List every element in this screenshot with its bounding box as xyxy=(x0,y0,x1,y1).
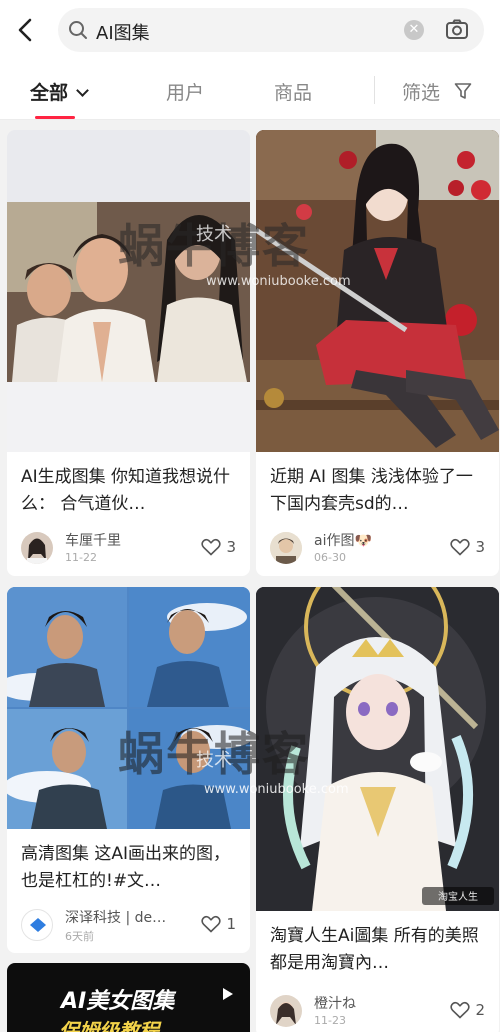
heart-icon xyxy=(201,538,222,556)
note-title[interactable]: 近期 AI 图集 浅浅体验了一下国内套壳sd的… xyxy=(270,464,487,518)
search-input[interactable]: AI图集 ✕ xyxy=(58,8,484,52)
note-title[interactable]: 高清图集 这AI画出来的图，也是杠杠的!#文… xyxy=(21,841,238,895)
search-icon xyxy=(68,20,88,40)
note-card[interactable]: AI生成图集 你知道我想说什么： 合气道伙… 车厘千里 11-22 3 xyxy=(7,130,250,576)
site-watermark-sub: 技术 xyxy=(196,746,232,772)
note-cover-image[interactable] xyxy=(256,130,499,452)
post-date: 6天前 xyxy=(65,930,94,943)
like-count: 1 xyxy=(226,915,236,933)
author-name[interactable]: 深译科技 | de… xyxy=(65,907,166,927)
like-count: 2 xyxy=(475,1001,485,1019)
heart-icon xyxy=(450,538,471,556)
filter-tabs: 全部 用户 商品 筛选 xyxy=(0,62,500,120)
site-watermark-url: www.woniubooke.com xyxy=(204,778,349,797)
note-cover-title[interactable]: AI美女图集 xyxy=(61,983,174,1015)
like-button[interactable]: 3 xyxy=(201,538,236,556)
like-button[interactable]: 3 xyxy=(450,538,485,556)
tab-divider xyxy=(374,76,375,104)
tab-goods[interactable]: 商品 xyxy=(274,78,312,105)
note-title[interactable]: 淘寶人生Ai圖集 所有的美照都是用淘寶內… xyxy=(270,923,487,977)
note-cover-subtitle: 保姆级教程 xyxy=(59,1019,159,1032)
clear-icon[interactable]: ✕ xyxy=(404,20,424,40)
note-card[interactable]: 淘宝人生 淘寶人生Ai圖集 所有的美照都是用淘寶內… 橙汁ね 11-23 2 xyxy=(256,587,499,1032)
heart-icon xyxy=(201,915,222,933)
watermark-sub-text: 技术 xyxy=(196,224,232,245)
post-date: 11-23 xyxy=(314,1014,346,1027)
note-card[interactable]: 近期 AI 图集 浅浅体验了一下国内套壳sd的… ai作图🐶 06-30 3 xyxy=(256,130,499,576)
active-tab-indicator xyxy=(35,116,75,119)
filter-icon[interactable] xyxy=(454,82,472,100)
site-watermark-url: www.woniubooke.com xyxy=(206,270,351,289)
watermark-sub-text: 技术 xyxy=(196,750,232,771)
note-title[interactable]: AI生成图集 你知道我想说什么： 合气道伙… xyxy=(21,464,238,518)
tab-filter[interactable]: 筛选 xyxy=(402,78,440,105)
heart-icon xyxy=(450,1001,471,1019)
like-count: 3 xyxy=(475,538,485,556)
post-date: 11-22 xyxy=(65,551,97,564)
author-name[interactable]: 车厘千里 xyxy=(65,530,121,550)
author-name[interactable]: ai作图🐶 xyxy=(314,530,372,550)
avatar[interactable] xyxy=(21,532,53,564)
app-root: AI图集 ✕ 全部 用户 商品 筛选 AI生成图集 你知道我想说什么： 合气道伙… xyxy=(0,0,500,1032)
avatar[interactable] xyxy=(21,909,53,941)
play-icon xyxy=(223,988,233,1000)
author-name[interactable]: 橙汁ね xyxy=(314,993,356,1013)
watermark-url: www.woniubooke.com xyxy=(206,274,351,289)
note-card[interactable]: AI美女图集 保姆级教程 xyxy=(7,963,250,1032)
avatar[interactable] xyxy=(270,532,302,564)
like-count: 3 xyxy=(226,538,236,556)
camera-icon[interactable] xyxy=(444,18,470,42)
note-cover-image[interactable] xyxy=(7,130,250,452)
chevron-down-icon xyxy=(76,84,89,97)
like-button[interactable]: 2 xyxy=(450,1001,485,1019)
watermark-url: www.woniubooke.com xyxy=(204,782,349,797)
like-button[interactable]: 1 xyxy=(201,915,236,933)
top-bar: AI图集 ✕ xyxy=(0,0,500,62)
back-arrow-icon[interactable] xyxy=(12,15,40,45)
site-watermark-sub: 技术 xyxy=(196,220,232,246)
tab-all[interactable]: 全部 xyxy=(30,78,89,105)
avatar[interactable] xyxy=(270,995,302,1027)
tab-users[interactable]: 用户 xyxy=(166,78,204,105)
image-watermark-caption: 淘宝人生 xyxy=(438,890,478,903)
search-query[interactable]: AI图集 xyxy=(96,19,150,45)
post-date: 06-30 xyxy=(314,551,346,564)
tab-all-label: 全部 xyxy=(30,82,69,104)
